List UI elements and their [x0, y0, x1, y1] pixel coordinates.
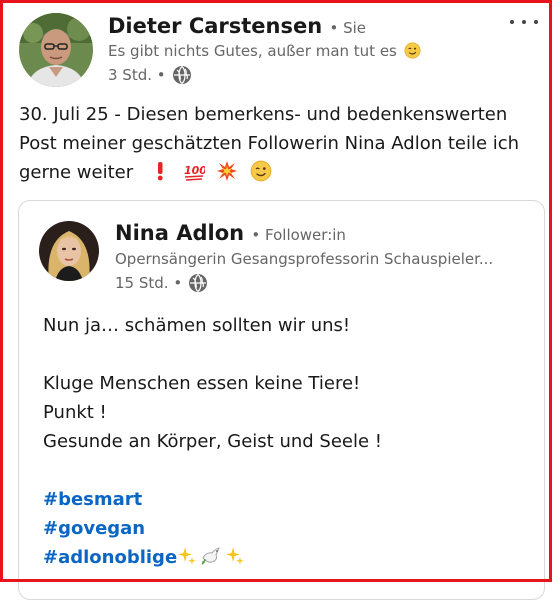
post-text-line-with-emoji: gerne weiter 100 [19, 158, 539, 187]
hundred-points-icon: 100 [184, 164, 205, 181]
connection-degree: • Sie [329, 19, 367, 37]
hashtag-line: #adlonoblige [43, 543, 382, 572]
post-body: 30. Juli 25 - Diesen bemerkens- und bede… [19, 100, 539, 187]
more-options-button[interactable] [510, 12, 538, 32]
more-dot-icon [522, 20, 526, 24]
feed-post: Dieter Carstensen • Sie Es gibt nichts G… [0, 0, 552, 600]
sparkles-icon [226, 547, 245, 565]
globe-icon [172, 66, 191, 84]
shared-post-card[interactable]: Nina Adlon • Follower:in Opernsängerin G… [18, 200, 545, 600]
shared-text-line: Punkt ! [43, 402, 107, 423]
hashtag-govegan[interactable]: #govegan [43, 518, 145, 539]
winking-face-icon [250, 160, 272, 182]
shared-author-name[interactable]: Nina Adlon • Follower:in [115, 221, 346, 245]
globe-icon [189, 274, 208, 292]
shared-author-name-text[interactable]: Nina Adlon [115, 221, 244, 245]
follower-badge: • Follower:in [251, 226, 346, 244]
winking-face-icon [404, 42, 421, 59]
dove-icon [201, 547, 220, 565]
shared-post-meta: 15 Std. • [115, 273, 208, 293]
collision-icon [217, 161, 238, 181]
hashtag-besmart[interactable]: #besmart [43, 489, 142, 510]
hashtag-adlonoblige[interactable]: #adlonoblige [43, 547, 177, 568]
author-avatar[interactable] [19, 13, 93, 87]
author-name-text[interactable]: Dieter Carstensen [108, 14, 322, 38]
shared-author-avatar[interactable] [39, 221, 99, 281]
shared-text-line: Gesunde an Körper, Geist und Seele ! [43, 431, 382, 452]
author-tagline-text: Es gibt nichts Gutes, außer man tut es [108, 42, 397, 60]
shared-author-headline: Opernsängerin Gesangsprofessorin Schausp… [115, 250, 494, 268]
hashtag-line: #govegan [43, 514, 382, 543]
post-text-line: gerne weiter [19, 162, 134, 183]
exclamation-icon [157, 162, 163, 181]
author-tagline: Es gibt nichts Gutes, außer man tut es [108, 42, 421, 60]
shared-text-line: Nun ja… schämen sollten wir uns! [43, 315, 351, 336]
shared-text-line: Kluge Menschen essen keine Tiere! [43, 373, 361, 394]
more-dot-icon [534, 20, 538, 24]
post-text-line: Post meiner geschätzten Followerin Nina … [19, 133, 520, 154]
post-time: 3 Std. • [108, 66, 166, 84]
post-text-line: 30. Juli 25 - Diesen bemerkens- und bede… [19, 104, 508, 125]
shared-post-body: Nun ja… schämen sollten wir uns! Kluge M… [43, 311, 382, 572]
author-name[interactable]: Dieter Carstensen • Sie [108, 14, 366, 38]
shared-post-time: 15 Std. • [115, 274, 183, 292]
post-meta: 3 Std. • [108, 65, 192, 85]
svg-text:100: 100 [184, 164, 205, 177]
more-dot-icon [510, 20, 514, 24]
sparkles-icon [178, 547, 197, 565]
hashtag-line: #besmart [43, 485, 382, 514]
